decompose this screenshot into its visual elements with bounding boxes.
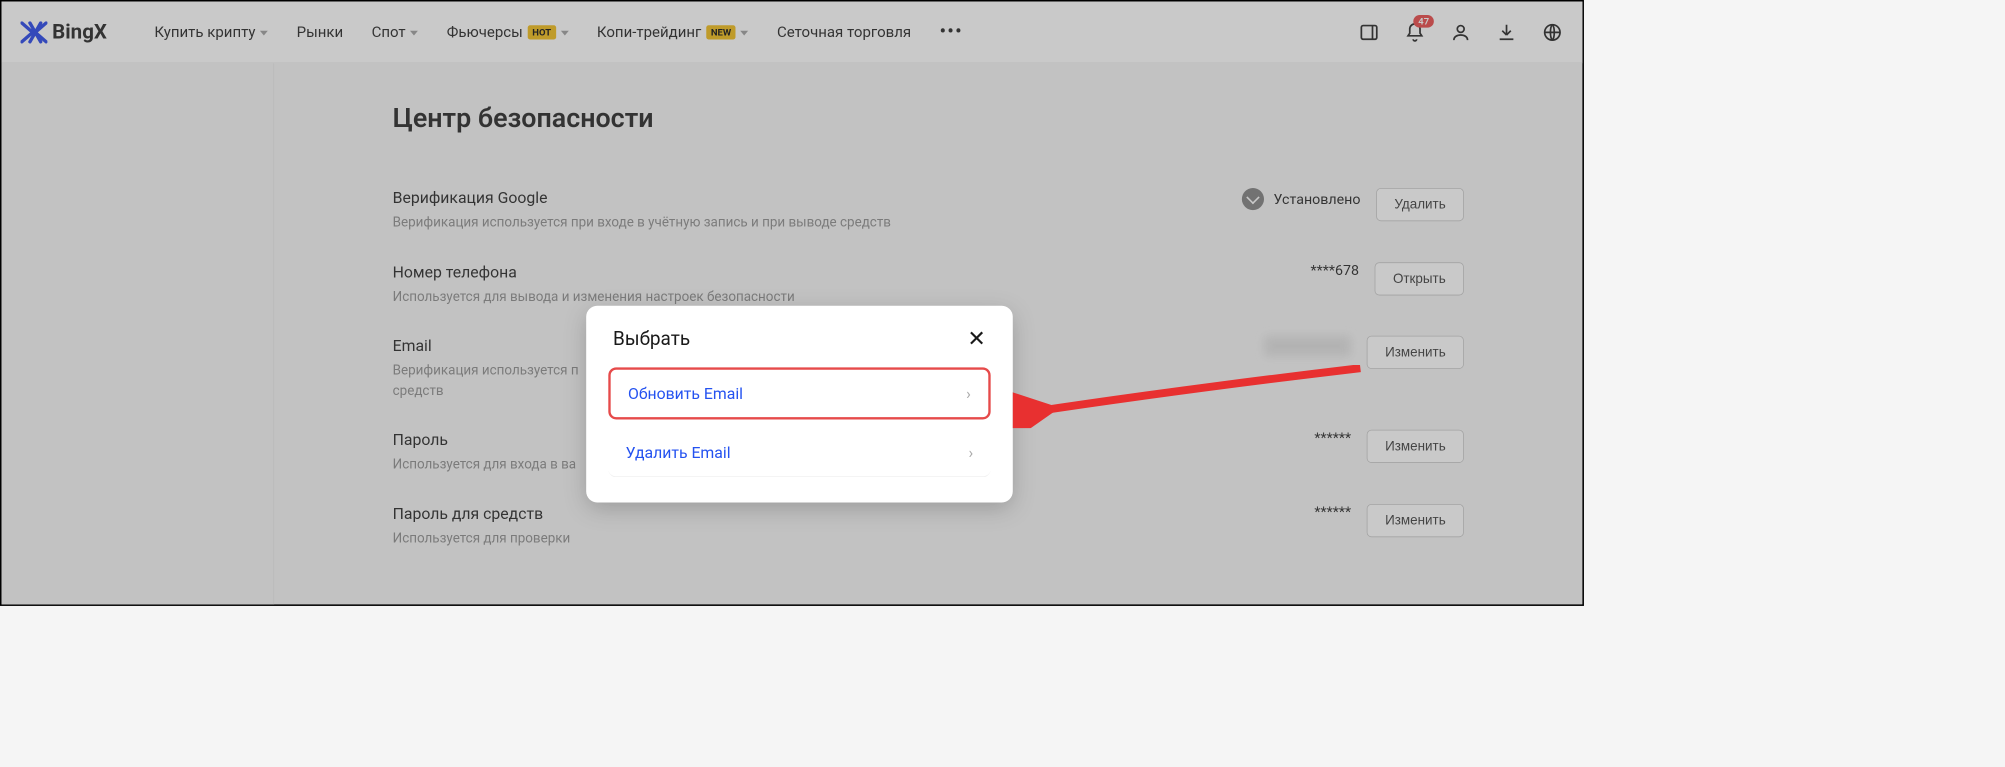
option-delete-email[interactable]: Удалить Email › bbox=[608, 429, 990, 477]
modal-overlay[interactable] bbox=[2, 2, 1583, 605]
option-label: Удалить Email bbox=[626, 443, 731, 462]
select-modal: Выбрать ✕ Обновить Email › Удалить Email… bbox=[586, 306, 1013, 503]
option-label: Обновить Email bbox=[628, 384, 743, 403]
chevron-right-icon: › bbox=[969, 443, 974, 462]
close-icon[interactable]: ✕ bbox=[967, 328, 986, 350]
option-update-email[interactable]: Обновить Email › bbox=[608, 367, 990, 419]
modal-title: Выбрать bbox=[613, 328, 690, 350]
chevron-right-icon: › bbox=[966, 384, 971, 403]
